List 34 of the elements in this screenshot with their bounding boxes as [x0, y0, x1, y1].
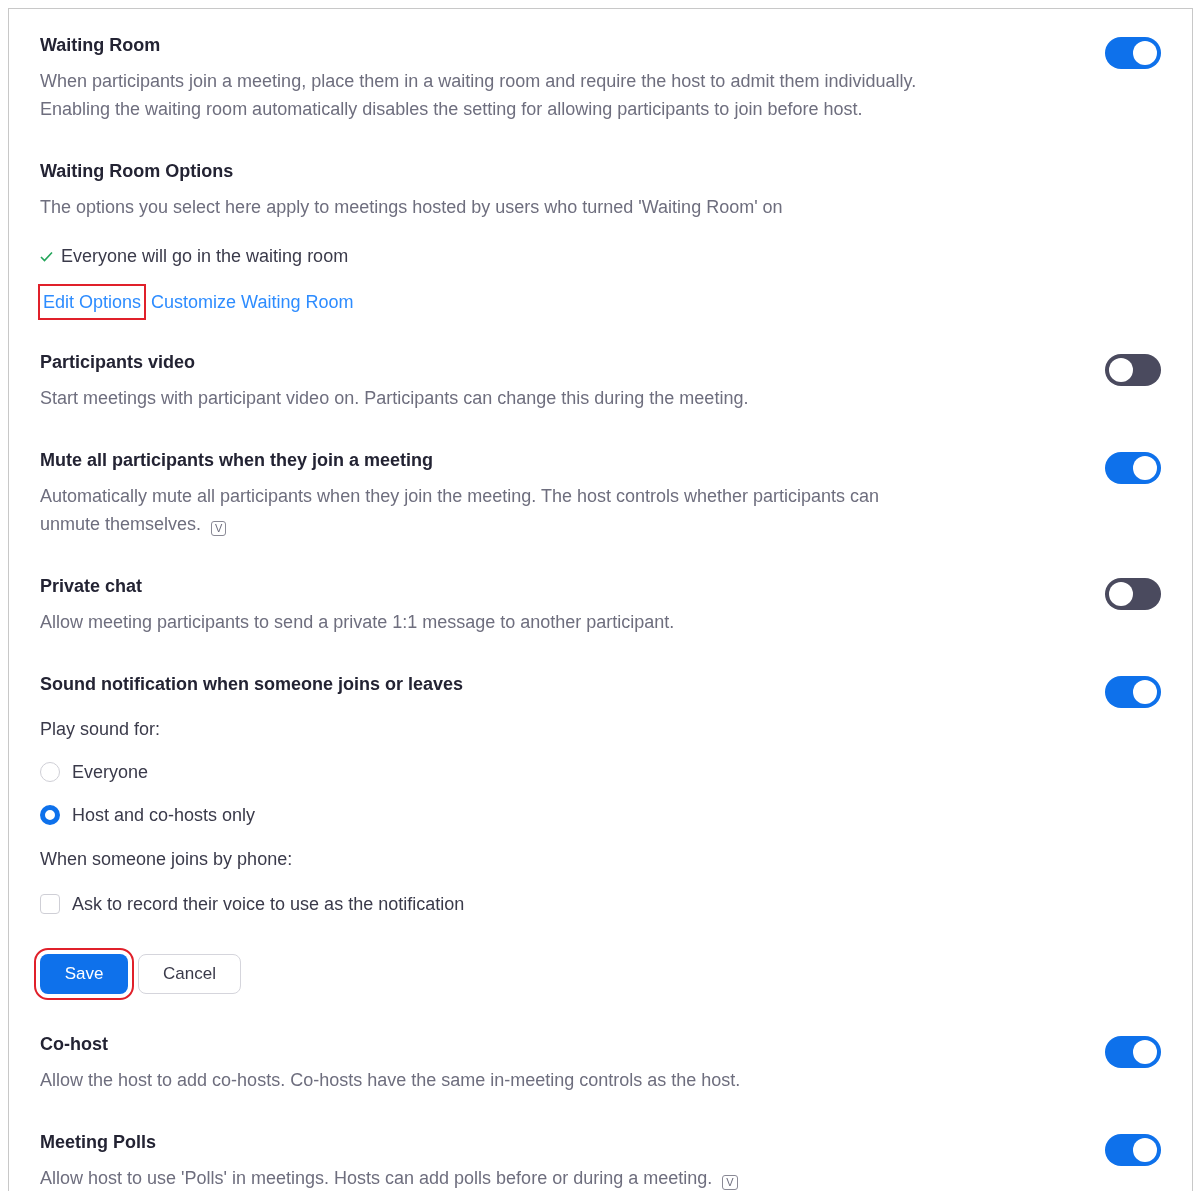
radio-button[interactable] [40, 805, 60, 825]
setting-title: Co-host [40, 1033, 109, 1056]
setting-description: Automatically mute all participants when they join the meeting. The host controls whether participants can unmute themselves. V [40, 485, 881, 538]
setting-description: Allow meeting participants to send a private 1:1 message to another participant. [40, 611, 676, 634]
setting-title: Waiting Room Options [40, 160, 235, 183]
setting-title: Private chat [40, 575, 144, 598]
setting-title: Meeting Polls [40, 1131, 157, 1154]
toggle-switch[interactable] [1105, 354, 1161, 386]
option-label: Host and co-hosts only [72, 804, 256, 827]
setting-description: Start meetings with participant video on. Participants can change this during the meeting. [40, 387, 750, 410]
checkmark-icon [40, 250, 53, 262]
setting-title: Waiting Room [40, 34, 162, 57]
option-label: Ask to record their voice to use as the notification [72, 893, 465, 916]
link[interactable]: Customize Waiting Room [148, 286, 357, 318]
toggle-switch[interactable] [1105, 452, 1161, 484]
setting-description: The options you select here apply to meetings hosted by users who turned 'Waiting Room' on [40, 196, 784, 219]
field-label: Play sound for: [40, 718, 162, 741]
toggle-switch[interactable] [1105, 1134, 1161, 1166]
link[interactable]: Edit Options [40, 286, 145, 318]
field-label: When someone joins by phone: [40, 848, 294, 871]
setting-title: Sound notification when someone joins or leaves [40, 673, 465, 696]
toggle-switch[interactable] [1105, 1036, 1161, 1068]
toggle-switch[interactable] [1105, 676, 1161, 708]
toggle-switch[interactable] [1105, 578, 1161, 610]
setting-title: Mute all participants when they join a meeting [40, 449, 435, 472]
setting-description: When participants join a meeting, place them in a waiting room and require the host to admit them individually. Enabling the waiting room automatically disables the setting for allowing participants to join before host. [40, 70, 918, 121]
setting-title: Participants video [40, 351, 197, 374]
cancel-button[interactable]: Cancel [138, 954, 241, 994]
checked-option-text: Everyone will go in the waiting room [61, 245, 349, 268]
setting-description: Allow the host to add co-hosts. Co-hosts have the same in-meeting controls as the host. [40, 1069, 742, 1092]
checkbox[interactable] [40, 894, 60, 914]
setting-description: Allow host to use 'Polls' in meetings. Hosts can add polls before or during a meeting. V [40, 1164, 1085, 1191]
option-label: Everyone [72, 761, 149, 784]
toggle-switch[interactable] [1105, 37, 1161, 69]
